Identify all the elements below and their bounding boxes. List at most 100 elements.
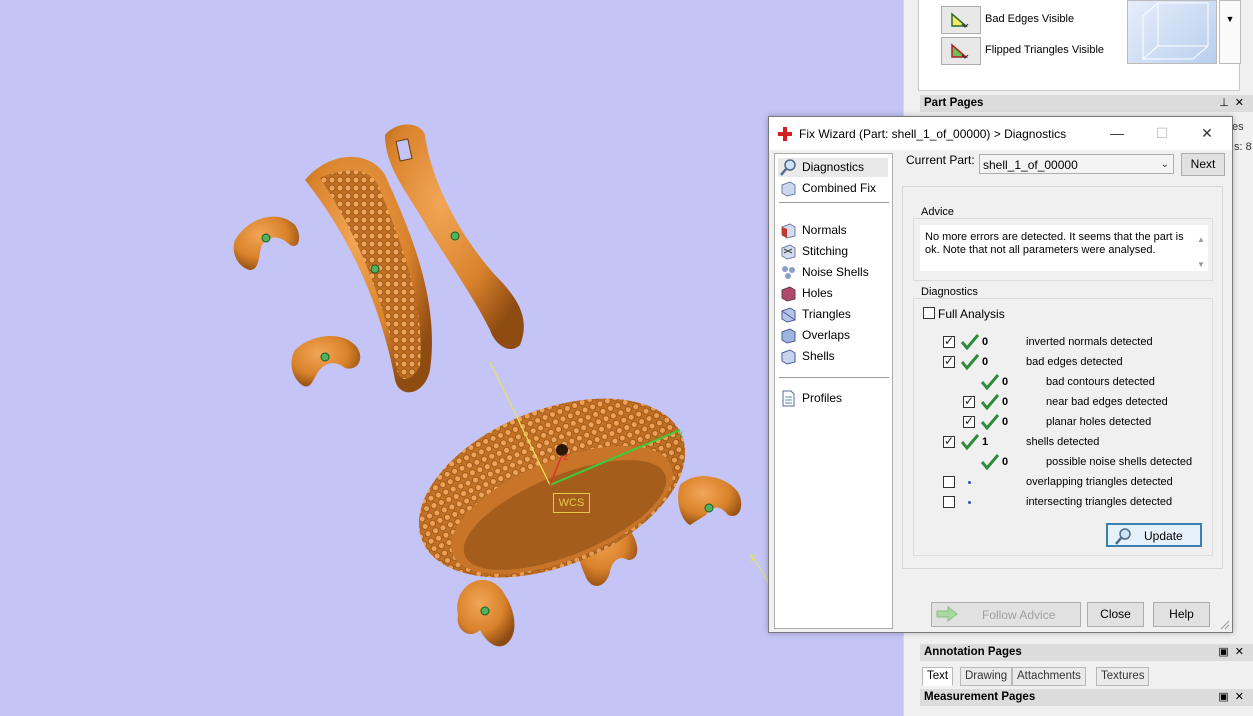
tab-attachments[interactable]: Attachments	[1012, 667, 1086, 686]
diagnostic-count: 0	[1002, 396, 1009, 408]
triangle-down-icon: ▼	[1225, 14, 1235, 24]
prong-part-5[interactable]	[457, 580, 515, 647]
nav-item-combined-fix[interactable]: Combined Fix	[778, 179, 888, 198]
full-analysis-label: Full Analysis	[938, 307, 1005, 321]
nav-item-normals[interactable]: Normals	[778, 221, 888, 240]
overlaps-icon	[781, 328, 796, 344]
restore-icon[interactable]: ▣	[1218, 691, 1234, 703]
annotation-pages-title: Annotation Pages	[924, 646, 1022, 658]
prong-part-1[interactable]	[233, 216, 300, 270]
y-axis-label: y	[750, 552, 755, 563]
chevron-up-icon: ▲	[1197, 235, 1205, 244]
bad-edges-visible-button[interactable]	[941, 6, 981, 34]
diagnostic-label: inverted normals detected	[1026, 336, 1153, 348]
nav-item-overlaps[interactable]: Overlaps	[778, 326, 888, 345]
nav-item-noise-shells[interactable]: Noise Shells	[778, 263, 888, 282]
flipped-triangles-visible-label: Flipped Triangles Visible	[985, 44, 1105, 56]
combined-fix-icon	[781, 181, 796, 197]
view-cube[interactable]	[1127, 0, 1217, 64]
pin-icon[interactable]: ⊥	[1219, 97, 1235, 109]
near-bad-edges-checkbox[interactable]	[963, 394, 975, 408]
planar-holes-checkbox[interactable]	[963, 414, 975, 428]
advice-text: No more errors are detected. It seems th…	[925, 231, 1184, 256]
full-analysis-checkbox[interactable]	[923, 307, 935, 319]
tab-drawing[interactable]: Drawing	[960, 667, 1013, 686]
overlapping-triangles-checkbox[interactable]	[943, 476, 955, 488]
bad-edges-checkbox[interactable]	[943, 354, 955, 368]
normals-icon	[781, 223, 796, 239]
view-cube-dropdown[interactable]: ▼	[1219, 0, 1241, 64]
check-mark-icon	[981, 414, 999, 430]
part-pages-hidden-count: s: 8	[1234, 141, 1252, 153]
diagnostic-count: 1	[982, 436, 989, 448]
flipped-triangles-visible-button[interactable]	[941, 37, 981, 65]
restore-icon[interactable]: ▣	[1218, 646, 1234, 658]
tab-textures[interactable]: Textures	[1096, 667, 1150, 686]
nav-item-diagnostics[interactable]: Diagnostics	[778, 158, 888, 177]
shells-checkbox[interactable]	[943, 434, 955, 448]
maximize-button[interactable]: ☐	[1147, 123, 1177, 143]
nav-item-triangles[interactable]: Triangles	[778, 305, 888, 324]
inverted-normals-checkbox[interactable]	[943, 334, 955, 348]
nav-item-stitching[interactable]: Stitching	[778, 242, 888, 261]
help-button[interactable]: Help	[1153, 602, 1210, 627]
diagnostic-count: 0	[982, 336, 989, 348]
magnifier-icon	[780, 159, 796, 176]
current-part-value: shell_1_of_00000	[983, 158, 1078, 172]
prong-part-2[interactable]	[291, 335, 361, 387]
check-mark-icon	[981, 374, 999, 390]
diagnostic-label: intersecting triangles detected	[1026, 496, 1173, 508]
nav-item-holes[interactable]: Holes	[778, 284, 888, 303]
diagnostic-label: planar holes detected	[1046, 416, 1152, 428]
next-button[interactable]: Next	[1181, 153, 1225, 176]
arrow-right-icon	[936, 606, 958, 622]
diagnostic-label: bad contours detected	[1046, 376, 1155, 388]
pending-dot-icon	[968, 501, 971, 504]
nav-item-shells[interactable]: Shells	[778, 347, 888, 366]
bad-edges-icon	[951, 12, 969, 28]
holes-icon	[781, 286, 796, 302]
stitching-icon	[781, 244, 796, 260]
z-axis-label: z	[563, 452, 568, 463]
close-window-button[interactable]: ✕	[1192, 123, 1222, 143]
advice-scrollbar[interactable]: ▲ ▼	[1194, 225, 1208, 271]
diagnostic-label: bad edges detected	[1026, 356, 1123, 368]
tab-text[interactable]: Text	[922, 667, 954, 686]
update-button[interactable]: Update	[1106, 523, 1202, 547]
pending-dot-icon	[968, 481, 971, 484]
chevron-down-icon: ▼	[1197, 260, 1205, 269]
follow-advice-button[interactable]: Follow Advice	[931, 602, 1081, 627]
diagnostic-label: possible noise shells detected	[1046, 456, 1193, 468]
cube-icon	[1142, 2, 1209, 61]
current-part-label: Current Part:	[906, 153, 975, 167]
dialog-titlebar[interactable]: Fix Wizard (Part: shell_1_of_00000) > Di…	[769, 117, 1232, 150]
ring-part[interactable]	[393, 363, 711, 613]
prong-part-3[interactable]	[678, 476, 742, 525]
wcs-label: WCS	[553, 493, 590, 513]
part-pages-hidden-tab: es	[1232, 121, 1244, 133]
noise-shells-icon	[782, 266, 795, 279]
diagnostic-count: 0	[1002, 456, 1009, 468]
triangles-icon	[781, 307, 796, 323]
intersecting-triangles-checkbox[interactable]	[943, 496, 955, 508]
check-mark-icon	[981, 454, 999, 470]
close-button[interactable]: Close	[1087, 602, 1144, 627]
close-icon[interactable]: ✕	[1235, 691, 1250, 703]
nav-separator	[779, 202, 889, 203]
diagnostic-label: near bad edges detected	[1046, 396, 1168, 408]
advice-title: Advice	[919, 206, 957, 218]
part-pages-header: Part Pages ⊥✕	[920, 95, 1253, 112]
x-axis-label: x	[678, 429, 683, 440]
diagnostic-count: 0	[1002, 416, 1009, 428]
diagnostic-count: 0	[982, 356, 989, 368]
current-part-select[interactable]: shell_1_of_00000 ⌄	[979, 154, 1174, 174]
measurement-pages-title: Measurement Pages	[924, 691, 1036, 703]
close-icon[interactable]: ✕	[1235, 646, 1250, 658]
minimize-button[interactable]: —	[1102, 123, 1132, 143]
resize-grip-icon[interactable]	[1220, 620, 1230, 630]
close-icon[interactable]: ✕	[1235, 97, 1250, 109]
nav-item-profiles[interactable]: Profiles	[778, 389, 888, 408]
annotation-pages-header: Annotation Pages ▣✕	[920, 644, 1253, 661]
chevron-down-icon: ⌄	[1160, 159, 1169, 170]
diagnostic-count: 0	[1002, 376, 1009, 388]
